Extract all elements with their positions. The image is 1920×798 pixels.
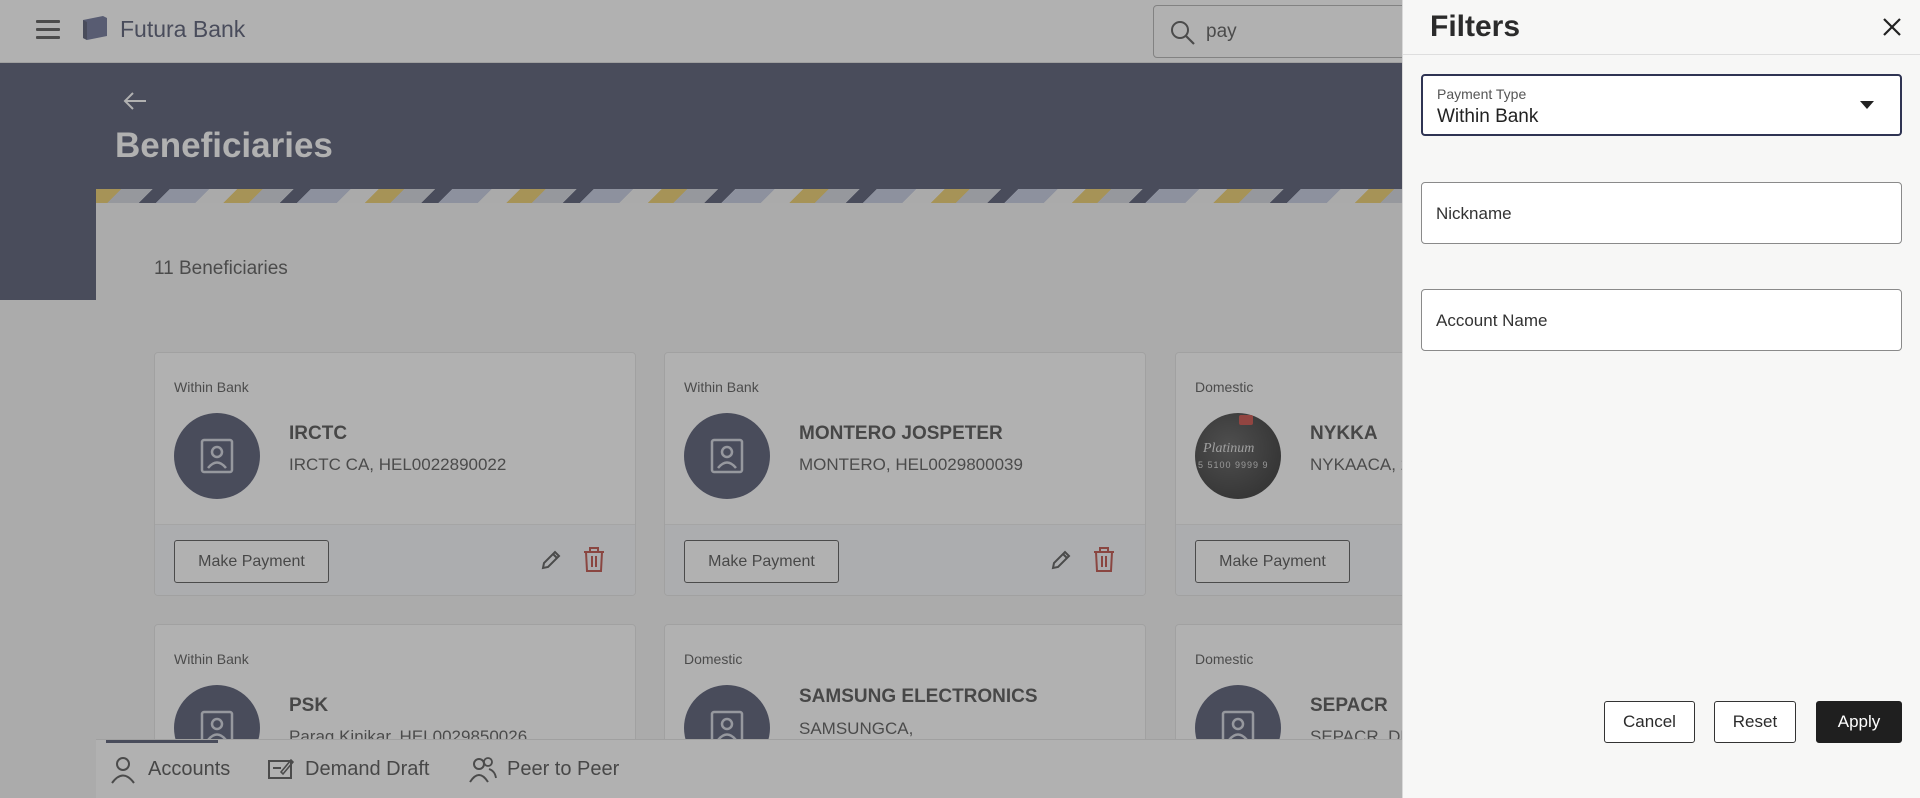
chevron-down-icon <box>1860 101 1874 109</box>
nickname-input[interactable] <box>1436 201 1886 227</box>
app-root: { "header": {"brand": "Futura Bank", "se… <box>0 0 1920 798</box>
account-name-field <box>1421 289 1902 351</box>
cancel-button[interactable]: Cancel <box>1604 701 1695 743</box>
payment-type-value: Within Bank <box>1437 106 1539 127</box>
close-icon[interactable] <box>1881 16 1903 38</box>
filters-panel: Filters Payment Type Within Bank Cancel … <box>1402 0 1920 798</box>
account-name-input[interactable] <box>1436 308 1886 334</box>
payment-type-label: Payment Type <box>1437 86 1527 102</box>
nickname-field <box>1421 182 1902 244</box>
filters-title: Filters <box>1430 10 1521 43</box>
reset-button[interactable]: Reset <box>1714 701 1796 743</box>
payment-type-select[interactable]: Payment Type Within Bank <box>1421 74 1902 136</box>
apply-button[interactable]: Apply <box>1816 701 1902 743</box>
modal-overlay[interactable] <box>0 0 1402 798</box>
panel-divider <box>1403 54 1920 55</box>
